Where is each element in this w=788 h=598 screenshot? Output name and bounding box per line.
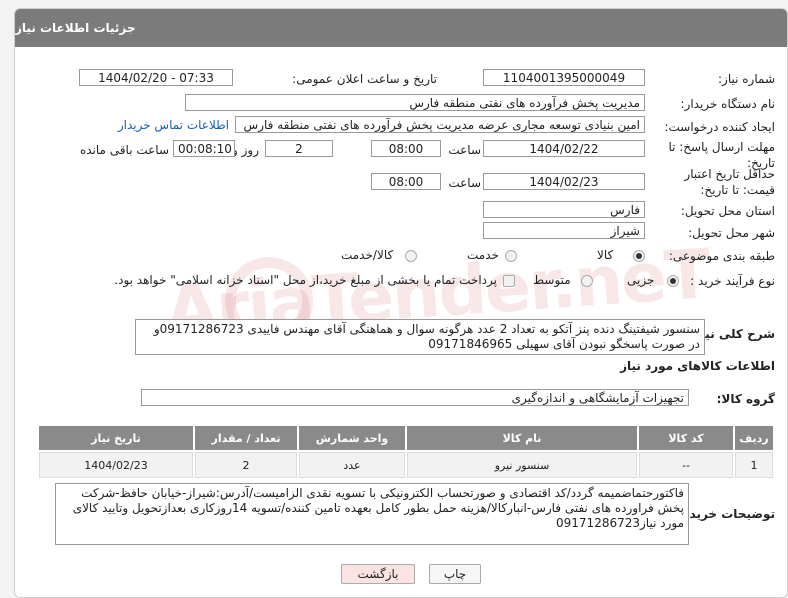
cell-quantity: 2 (195, 452, 297, 478)
need-details-panel: جزئیات اطلاعات نیاز AriaTender.neT شماره… (14, 8, 788, 598)
cell-need-date: 1404/02/23 (39, 452, 193, 478)
delivery-city-field: شیراز (483, 222, 645, 239)
col-row: ردیف (735, 426, 773, 450)
category-radio-goods[interactable] (633, 250, 645, 262)
cell-row: 1 (735, 452, 773, 478)
process-radio-medium[interactable] (581, 275, 593, 287)
need-number-label: شماره نیاز: (718, 72, 775, 86)
announce-datetime-label: تاریخ و ساعت اعلان عمومی: (292, 72, 437, 86)
treasury-payment-checkbox[interactable] (503, 275, 515, 287)
panel-header: جزئیات اطلاعات نیاز (15, 9, 787, 47)
remaining-label: ساعت باقی مانده (79, 143, 169, 157)
col-need-date: تاریخ نیاز (39, 426, 193, 450)
goods-table: ردیف کد کالا نام کالا واحد شمارش تعداد /… (37, 424, 775, 480)
remaining-days-field[interactable]: 2 (265, 140, 333, 157)
col-code: کد کالا (639, 426, 733, 450)
goods-table-header: ردیف کد کالا نام کالا واحد شمارش تعداد /… (39, 426, 773, 450)
category-option-service: خدمت (467, 248, 499, 262)
process-option-medium: متوسط (533, 273, 571, 287)
need-number-field: 1104001395000049 (483, 69, 645, 86)
goods-group-field: تجهیزات آزمایشگاهی و اندازه‌گیری (141, 389, 689, 406)
col-unit: واحد شمارش (299, 426, 405, 450)
print-button[interactable]: چاپ (429, 564, 481, 584)
category-radio-service[interactable] (505, 250, 517, 262)
remaining-time-field: 00:08:10 (173, 140, 235, 157)
cell-name: سنسور نیرو (407, 452, 637, 478)
process-option-minor: جزیی (627, 273, 655, 287)
validity-time-field: 08:00 (371, 173, 441, 190)
process-type-label: نوع فرآیند خرید : (690, 274, 775, 288)
treasury-payment-note: پرداخت تمام یا بخشی از مبلغ خرید،از محل … (114, 273, 497, 287)
delivery-province-field: فارس (483, 201, 645, 218)
reply-date-field: 1404/02/22 (483, 140, 645, 157)
goods-info-heading: اطلاعات کالاهای مورد نیاز (620, 359, 775, 373)
buyer-org-field: مدیریت پخش فرآورده های نفتی منطقه فارس (185, 94, 645, 111)
col-name: نام کالا (407, 426, 637, 450)
panel-title: جزئیات اطلاعات نیاز (15, 21, 136, 35)
category-radio-goods-service[interactable] (405, 250, 417, 262)
delivery-province-label: استان محل تحویل: (680, 204, 775, 218)
category-option-goods: کالا (597, 248, 614, 262)
day-and-label: روز و (232, 143, 259, 157)
validity-date-field: 1404/02/23 (483, 173, 645, 190)
validity-hour-label: ساعت (448, 176, 481, 190)
process-radio-minor[interactable] (667, 275, 679, 287)
back-button[interactable]: بازگشت (341, 564, 415, 584)
price-validity-label: حداقل تاریخ اعتبار قیمت: تا تاریخ: (684, 167, 775, 197)
table-row: 1 -- سنسور نیرو عدد 2 1404/02/23 (39, 452, 773, 478)
category-label: طبقه بندی موضوعی: (668, 249, 775, 263)
cell-code: -- (639, 452, 733, 478)
col-quantity: تعداد / مقدار (195, 426, 297, 450)
announce-datetime-field: 1404/02/20 - 07:33 (79, 69, 233, 86)
buyer-contact-link[interactable]: اطلاعات تماس خریدار (118, 118, 229, 132)
buyer-notes-field: فاکتورحتماضمیمه گردد/کد اقتصادی و صورتحس… (55, 483, 689, 545)
category-option-goods-service: کالا/خدمت (341, 248, 394, 262)
buyer-org-label: نام دستگاه خریدار: (680, 97, 776, 111)
cell-unit: عدد (299, 452, 405, 478)
goods-group-label: گروه کالا: (716, 392, 775, 406)
general-description-field: سنسور شیفتینگ دنده پنز آتکو به تعداد 2 ع… (135, 319, 705, 355)
requester-label: ایجاد کننده درخواست: (664, 120, 775, 134)
reply-hour-label: ساعت (448, 143, 481, 157)
reply-time-field: 08:00 (371, 140, 441, 157)
delivery-city-label: شهر محل تحویل: (688, 226, 775, 240)
requester-field: امین بنیادی توسعه مجاری عرضه مدیریت پخش … (235, 116, 645, 133)
